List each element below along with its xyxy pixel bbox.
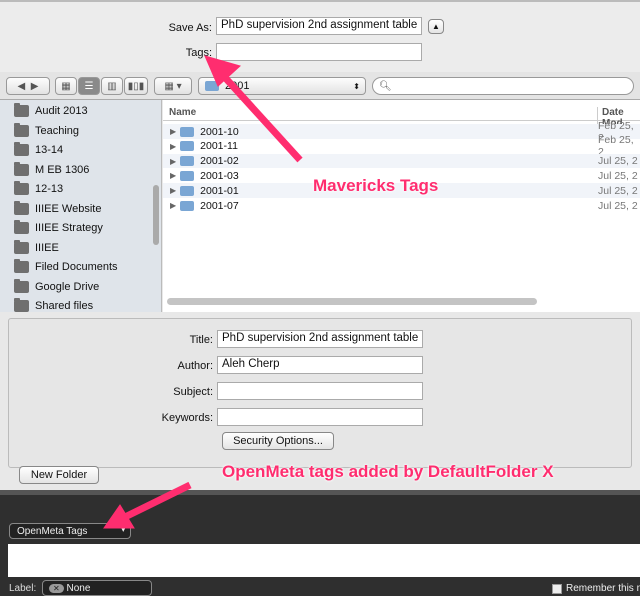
annotation-openmeta-tags: OpenMeta tags added by DefaultFolder X xyxy=(222,462,554,481)
arrow-mavericks xyxy=(217,69,303,163)
annotation-mavericks-tags: Mavericks Tags xyxy=(313,176,439,195)
arrowhead-mavericks xyxy=(204,55,242,87)
annotation-arrows xyxy=(103,55,303,529)
arrow-openmeta xyxy=(123,481,192,521)
